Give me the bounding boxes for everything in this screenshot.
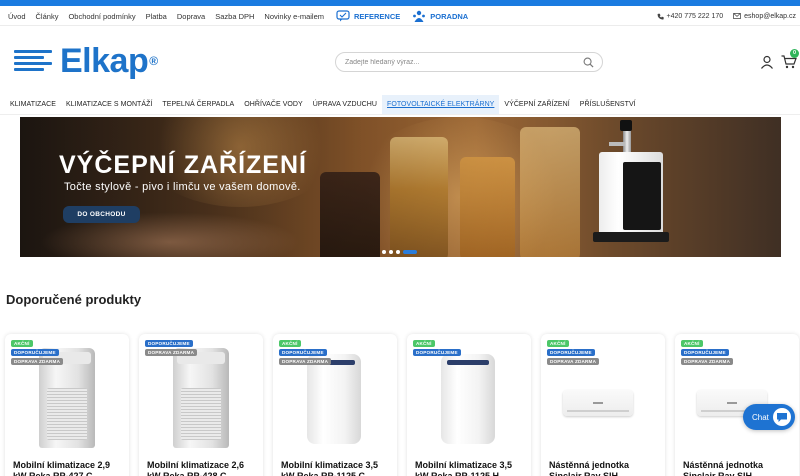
top-link-obchodni-podminky[interactable]: Obchodní podmínky: [68, 12, 135, 21]
product-badges: DOPORUČUJEME DOPRAVA ZDARMA: [145, 340, 198, 356]
nav-item-vycepni-zarizeni[interactable]: VÝČEPNÍ ZAŘÍZENÍ: [499, 95, 574, 114]
logo-registered-mark: ®: [149, 54, 159, 68]
badge-recommended: DOPORUČUJEME: [681, 349, 729, 356]
email-address: eshop@elkap.cz: [744, 12, 796, 20]
nav-item-tepelna-cerpadla[interactable]: TEPELNÁ ČERPADLA: [157, 95, 239, 114]
phone-number: +420 775 222 170: [666, 12, 724, 20]
top-link-doprava[interactable]: Doprava: [177, 12, 205, 21]
product-badges: AKČNÍ DOPORUČUJEME: [413, 340, 461, 356]
product-name[interactable]: Mobilní klimatizace 3,5 kW Reka RP-1125 …: [415, 460, 527, 476]
badge-recommended: DOPORUČUJEME: [145, 340, 193, 347]
nav-item-klimatizace-s-montazi[interactable]: KLIMATIZACE S MONTÁŽÍ: [61, 95, 157, 114]
carousel-dots: [382, 250, 417, 254]
badge-free-shipping: DOPRAVA ZDARMA: [279, 358, 332, 365]
product-card[interactable]: AKČNÍ DOPORUČUJEME DOPRAVA ZDARMA Mobiln…: [5, 334, 129, 476]
product-card[interactable]: AKČNÍ DOPORUČUJEME Mobilní klimatizace 3…: [407, 334, 531, 476]
top-link-platba[interactable]: Platba: [146, 12, 167, 21]
site-header: Elkap® 0: [0, 27, 800, 95]
phone-icon: [657, 13, 664, 20]
product-image[interactable]: [563, 390, 633, 416]
search-input[interactable]: [345, 57, 575, 68]
top-link-clanky[interactable]: Články: [36, 12, 59, 21]
phone-item[interactable]: +420 775 222 170: [657, 12, 724, 20]
nav-item-prislusenstvi[interactable]: PŘÍSLUŠENSTVÍ: [575, 95, 641, 114]
nav-item-ohrivace-vody[interactable]: OHŘÍVAČE VODY: [239, 95, 307, 114]
top-link-uvod[interactable]: Úvod: [8, 12, 26, 21]
badge-free-shipping: DOPRAVA ZDARMA: [145, 349, 198, 356]
logo-lines-icon: [14, 48, 52, 74]
cart-count-badge: 0: [790, 49, 799, 58]
product-list: AKČNÍ DOPORUČUJEME DOPRAVA ZDARMA Mobiln…: [0, 330, 800, 476]
hero-shop-button[interactable]: DO OBCHODU: [63, 206, 140, 223]
product-badges: AKČNÍ DOPORUČUJEME DOPRAVA ZDARMA: [11, 340, 64, 365]
product-name[interactable]: Nástěnná jednotka Sinclair Ray SIH: [683, 460, 795, 476]
badge-sale: AKČNÍ: [413, 340, 435, 347]
beer-tap-device-image: [593, 120, 669, 246]
top-bar: Úvod Články Obchodní podmínky Platba Dop…: [0, 6, 800, 26]
mail-icon: [733, 13, 741, 19]
carousel-dot[interactable]: [382, 250, 386, 254]
badge-recommended: DOPORUČUJEME: [11, 349, 59, 356]
top-link-sazba-dph[interactable]: Sazba DPH: [215, 12, 254, 21]
badge-recommended: DOPORUČUJEME: [413, 349, 461, 356]
product-name[interactable]: Mobilní klimatizace 2,6 kW Reka RP-428 C: [147, 460, 259, 476]
reference-label: REFERENCE: [354, 11, 401, 21]
main-nav: KLIMATIZACE KLIMATIZACE S MONTÁŽÍ TEPELN…: [0, 95, 800, 115]
badge-free-shipping: DOPRAVA ZDARMA: [681, 358, 734, 365]
badge-free-shipping: DOPRAVA ZDARMA: [11, 358, 64, 365]
badge-recommended: DOPORUČUJEME: [279, 349, 327, 356]
badge-sale: AKČNÍ: [681, 340, 703, 347]
badge-sale: AKČNÍ: [547, 340, 569, 347]
nav-item-fotovoltaicke-elektrarny[interactable]: FOTOVOLTAICKÉ ELEKTRÁRNY: [382, 95, 500, 114]
reference-icon: [336, 10, 350, 22]
contact-info: +420 775 222 170 eshop@elkap.cz: [657, 6, 796, 26]
people-icon: [412, 10, 426, 22]
product-badges: AKČNÍ DOPORUČUJEME DOPRAVA ZDARMA: [681, 340, 734, 365]
nav-item-klimatizace[interactable]: KLIMATIZACE: [0, 95, 61, 114]
carousel-dot-active[interactable]: [403, 250, 417, 254]
nav-item-uprava-vzduchu[interactable]: ÚPRAVA VZDUCHU: [308, 95, 382, 114]
chat-button[interactable]: Chat: [743, 404, 795, 430]
product-name[interactable]: Mobilní klimatizace 3,5 kW Reka RP-1125 …: [281, 460, 393, 476]
product-badges: AKČNÍ DOPORUČUJEME DOPRAVA ZDARMA: [547, 340, 600, 365]
product-card[interactable]: DOPORUČUJEME DOPRAVA ZDARMA Mobilní klim…: [139, 334, 263, 476]
product-card[interactable]: AKČNÍ DOPORUČUJEME DOPRAVA ZDARMA Mobiln…: [273, 334, 397, 476]
badge-sale: AKČNÍ: [279, 340, 301, 347]
product-image[interactable]: [307, 354, 361, 444]
hero-subtitle: Točte stylově - pivo i limču ve vašem do…: [64, 181, 301, 193]
search-box: [335, 52, 603, 72]
product-badges: AKČNÍ DOPORUČUJEME DOPRAVA ZDARMA: [279, 340, 332, 365]
logo-text: Elkap: [60, 42, 149, 80]
chat-label: Chat: [752, 412, 769, 422]
hero-title: VÝČEPNÍ ZAŘÍZENÍ: [59, 151, 307, 179]
elkap-logo[interactable]: Elkap ®: [14, 42, 159, 80]
email-item[interactable]: eshop@elkap.cz: [733, 13, 796, 20]
poradna-link[interactable]: PORADNA: [412, 10, 468, 22]
carousel-dot[interactable]: [396, 250, 400, 254]
reference-link[interactable]: REFERENCE: [336, 10, 400, 22]
product-image[interactable]: [441, 354, 495, 444]
section-title: Doporučené produkty: [6, 292, 142, 307]
user-icon[interactable]: [760, 55, 774, 69]
product-card[interactable]: AKČNÍ DOPORUČUJEME DOPRAVA ZDARMA Nástěn…: [541, 334, 665, 476]
search-icon[interactable]: [583, 57, 594, 68]
badge-recommended: DOPORUČUJEME: [547, 349, 595, 356]
product-name[interactable]: Mobilní klimatizace 2,9 kW Reka RP-427 C: [13, 460, 125, 476]
top-links: Úvod Články Obchodní podmínky Platba Dop…: [8, 6, 468, 26]
badge-free-shipping: DOPRAVA ZDARMA: [547, 358, 600, 365]
chat-bubble-icon: [773, 408, 791, 426]
product-image[interactable]: [173, 348, 229, 448]
product-name[interactable]: Nástěnná jednotka Sinclair Ray SIH: [549, 460, 661, 476]
top-link-novinky[interactable]: Novinky e-mailem: [264, 12, 324, 21]
badge-sale: AKČNÍ: [11, 340, 33, 347]
poradna-label: PORADNA: [430, 11, 469, 21]
carousel-dot[interactable]: [389, 250, 393, 254]
